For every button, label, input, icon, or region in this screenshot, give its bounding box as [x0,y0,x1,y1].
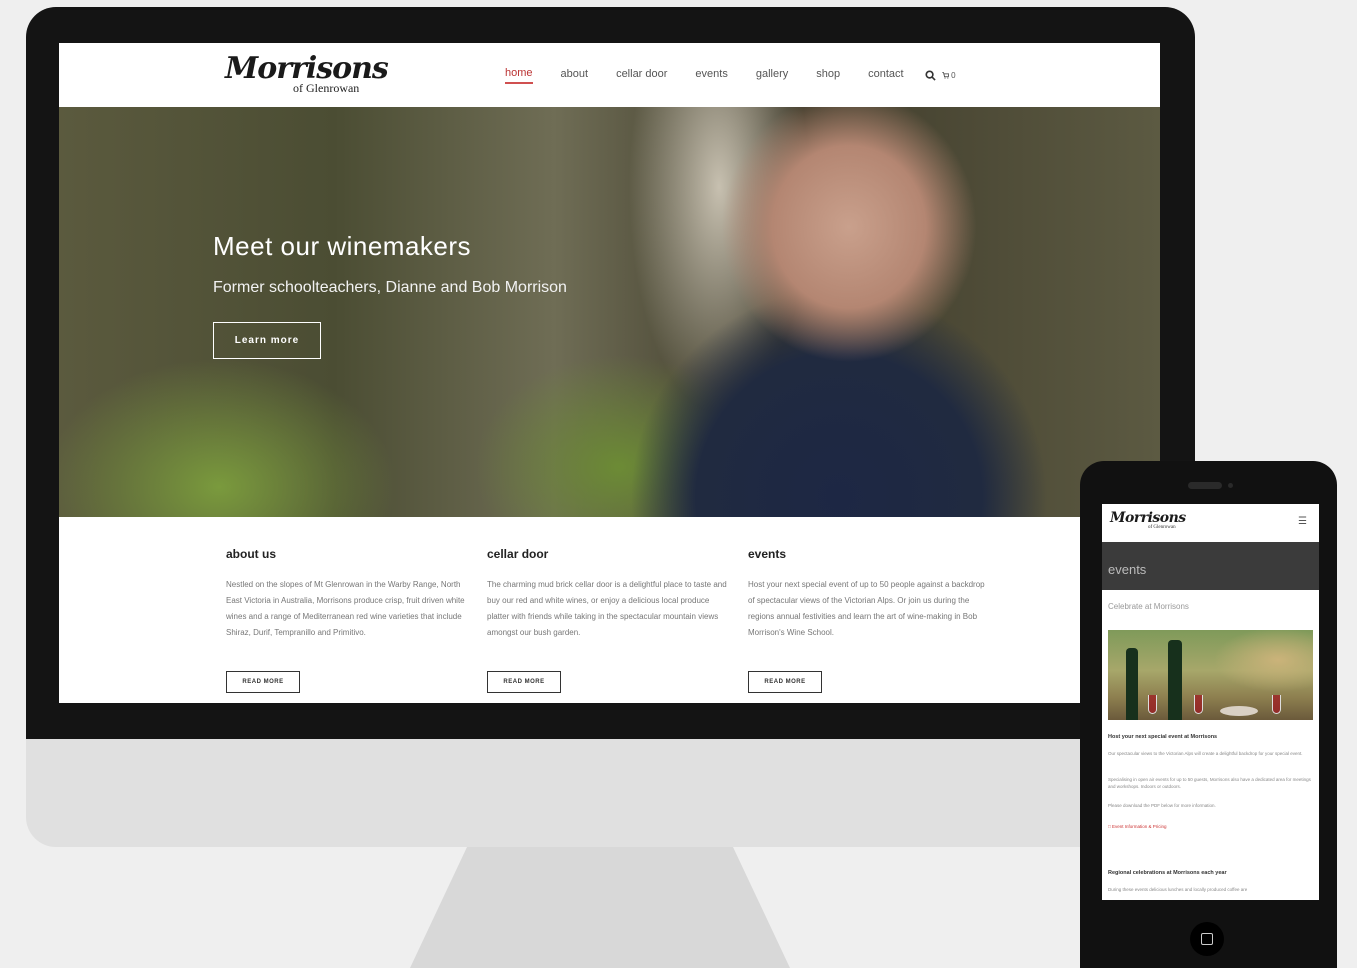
wine-glass [1148,695,1157,714]
wine-bottle [1168,640,1182,720]
mobile-banner: events [1102,542,1319,590]
event-info-link[interactable]: □ Event Information & Pricing [1108,824,1167,829]
feature-about: about us Nestled on the slopes of Mt Gle… [226,547,466,693]
cart-count: 0 [951,70,956,80]
feature-events: events Host your next special event of u… [748,547,988,693]
main-nav: home about cellar door events gallery sh… [505,63,968,87]
feature-text: The charming mud brick cellar door is a … [487,580,727,637]
wine-glass [1194,695,1203,714]
phone-home-button[interactable] [1190,922,1224,956]
mobile-paragraph-2: Specialising in open air events for up t… [1108,777,1311,789]
nav-contact[interactable]: contact [868,68,903,83]
wine-bottle [1126,648,1138,720]
site-logo[interactable]: Morrisons of Glenrowan [225,51,389,99]
mobile-logo-sub: of Glenrowan [1148,525,1176,530]
feature-text: Nestled on the slopes of Mt Glenrowan in… [226,580,465,637]
desktop-monitor: Morrisons of Glenrowan home about cellar… [26,7,1195,847]
read-more-button[interactable]: READ MORE [748,671,822,693]
mobile-header: Morrisons of Glenrowan ☰ [1102,504,1319,542]
mobile-subtitle: Celebrate at Morrisons [1108,602,1189,611]
mobile-screen: Morrisons of Glenrowan ☰ events Celebrat… [1102,504,1319,900]
mobile-phone: Morrisons of Glenrowan ☰ events Celebrat… [1080,461,1337,968]
read-more-button[interactable]: READ MORE [226,671,300,693]
desktop-screen: Morrisons of Glenrowan home about cellar… [59,43,1160,703]
nav-cellar-door[interactable]: cellar door [616,68,667,83]
read-more-button[interactable]: READ MORE [487,671,561,693]
mobile-paragraph-4: During these events delicious lunches an… [1108,887,1248,892]
nav-shop[interactable]: shop [816,68,840,83]
mobile-paragraph-3: Please download the PDF below for more i… [1108,803,1216,808]
nav-gallery[interactable]: gallery [756,68,788,83]
home-square-icon [1201,933,1213,945]
search-icon[interactable] [924,68,938,82]
nav-events[interactable]: events [695,68,727,83]
site-header: Morrisons of Glenrowan home about cellar… [59,43,1160,107]
monitor-stand [410,847,790,968]
mobile-heading-2: Regional celebrations at Morrisons each … [1108,870,1227,876]
feature-title: cellar door [487,547,549,561]
wine-glass [1272,695,1281,714]
mobile-banner-title: events [1108,562,1147,577]
logo-sub-text: of Glenrowan [293,81,360,95]
feature-title: events [748,547,787,561]
event-info-link-label: Event Information & Pricing [1111,824,1167,829]
nav-about[interactable]: about [561,68,589,83]
hero-title: Meet our winemakers [213,231,472,261]
feature-title: about us [226,547,276,561]
nav-home[interactable]: home [505,67,533,84]
monitor-chin [26,739,1195,847]
mobile-paragraph-1: Our spectacular views to the Victorian A… [1108,751,1303,756]
phone-speaker [1188,482,1222,489]
feature-text: Host your next special event of up to 50… [748,580,985,637]
hero-subtitle: Former schoolteachers, Dianne and Bob Mo… [213,279,567,296]
phone-camera [1228,483,1233,488]
hamburger-icon[interactable]: ☰ [1298,516,1307,527]
learn-more-button[interactable]: Learn more [213,322,321,359]
feature-cellar-door: cellar door The charming mud brick cella… [487,547,727,693]
cart-icon[interactable]: 0 [941,68,956,82]
features-section: about us Nestled on the slopes of Mt Gle… [59,517,1160,703]
mobile-logo-main[interactable]: Morrisons [1110,510,1186,526]
events-photo [1108,630,1313,720]
mobile-heading-1: Host your next special event at Morrison… [1108,734,1218,740]
hero-banner: Meet our winemakers Former schoolteacher… [59,107,1160,517]
food-plate [1220,706,1258,716]
